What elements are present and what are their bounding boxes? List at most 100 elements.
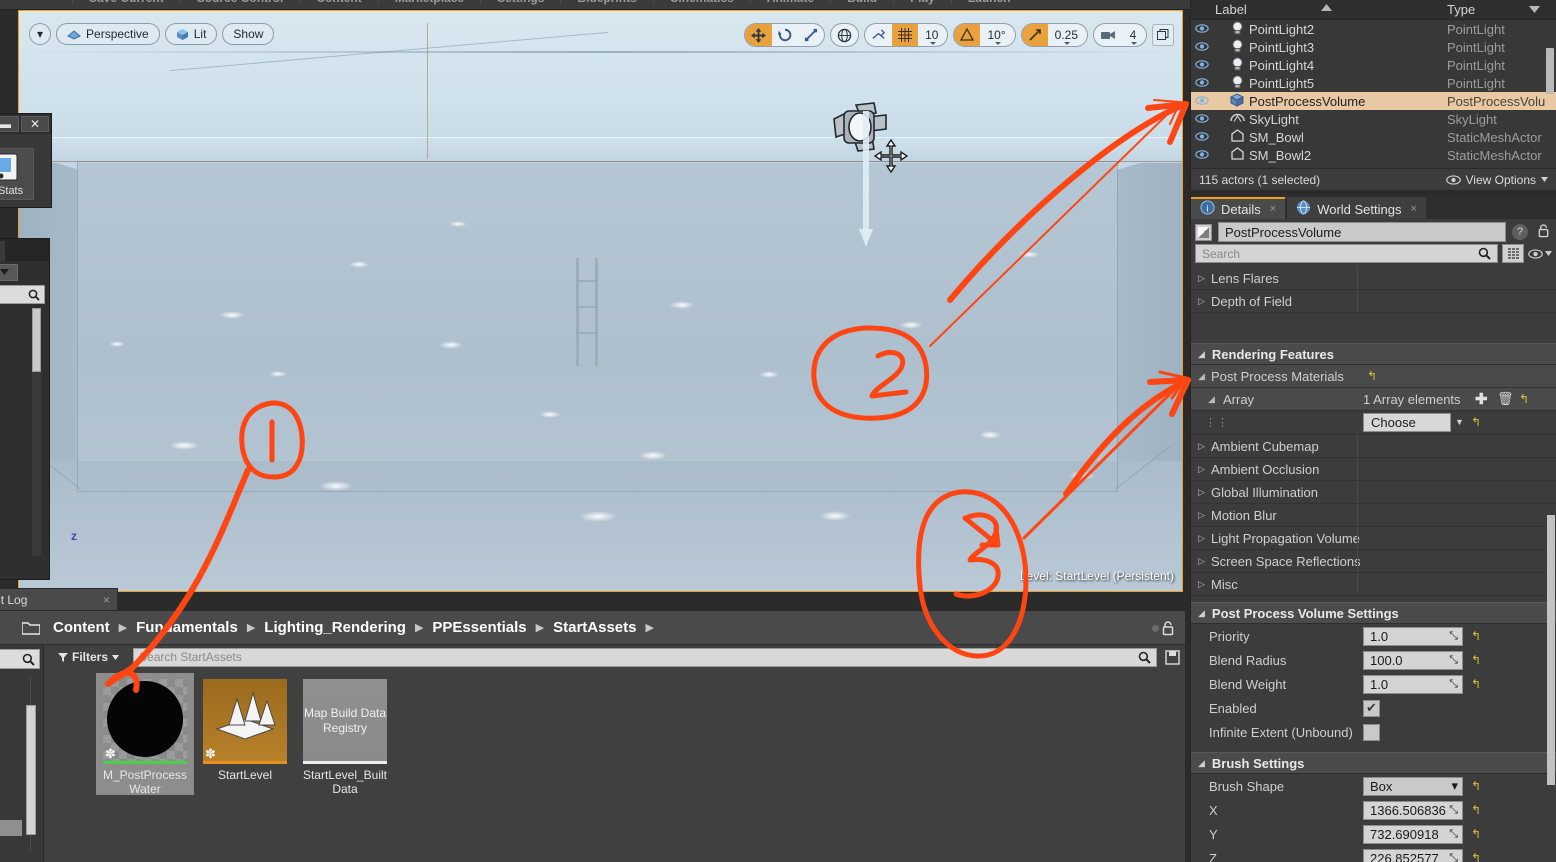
place-actor-item[interactable]: nd_C bbox=[0, 362, 49, 380]
viewport-menu-button[interactable]: ▾ bbox=[29, 23, 52, 45]
array-element-choose-dropdown[interactable]: Choose bbox=[1363, 413, 1451, 432]
view-options-button[interactable]: View Options bbox=[1445, 173, 1548, 187]
outliner-column-label[interactable]: Label bbox=[1215, 2, 1247, 17]
viewport-camera-mode-button[interactable]: Perspective bbox=[56, 23, 160, 45]
reset-icon[interactable]: ↰ bbox=[1471, 779, 1481, 793]
chevron-right-icon[interactable]: ▷ bbox=[1198, 579, 1205, 590]
place-actor-item[interactable]: nd_L bbox=[0, 506, 49, 524]
move-widget-icon[interactable] bbox=[873, 138, 909, 176]
chevron-right-icon[interactable]: ▷ bbox=[1198, 296, 1205, 307]
details-search-input[interactable]: Search bbox=[1195, 244, 1498, 263]
property-row[interactable]: ▷ Screen Space Reflections bbox=[1191, 550, 1556, 573]
angle-snap-group[interactable]: 10° bbox=[953, 23, 1016, 47]
tab-place-actors[interactable]: Pale × bbox=[0, 241, 6, 261]
category-header[interactable]: ◢ Post Process Volume Settings bbox=[1191, 602, 1556, 624]
toolbar-item-marketplace[interactable]: Marketplace bbox=[377, 0, 480, 5]
asset-tile[interactable]: Map Build Data Registry StartLevel_Built … bbox=[296, 673, 394, 796]
property-number-field[interactable]: 226.852577 ⤡ bbox=[1363, 848, 1463, 862]
property-number-field[interactable]: 732.690918 ⤡ bbox=[1363, 824, 1463, 844]
spinner-icon[interactable]: ⤡ bbox=[1449, 852, 1458, 862]
details-panel[interactable]: i Details × World Settings × PostProcessVolu… bbox=[1190, 195, 1556, 862]
eye-icon[interactable] bbox=[1195, 40, 1209, 54]
chevron-down-icon[interactable]: ▼ bbox=[1455, 417, 1464, 427]
scale-mode-button[interactable] bbox=[798, 24, 824, 46]
stats-panel[interactable]: ▬ ✕ e Stats bbox=[0, 113, 52, 208]
reset-icon[interactable]: ↰ bbox=[1519, 392, 1529, 406]
property-row[interactable]: ▷ Lens Flares bbox=[1191, 267, 1556, 290]
property-row[interactable]: ▷ Light Propagation Volume bbox=[1191, 527, 1556, 550]
tab-world-settings[interactable]: World Settings × bbox=[1287, 197, 1426, 219]
eye-icon[interactable] bbox=[1195, 76, 1209, 90]
angle-snap-value[interactable]: 10° bbox=[980, 24, 1014, 46]
toolbar-item-build[interactable]: Build bbox=[830, 0, 893, 5]
chevron-right-icon[interactable]: ▷ bbox=[1198, 464, 1205, 475]
toolbar-item-blueprints[interactable]: Blueprints bbox=[560, 0, 652, 5]
place-actors-panel[interactable]: Pale × gory: ch nosphnospndsnd_Cnd_Cnd_D… bbox=[0, 238, 50, 580]
eye-icon[interactable] bbox=[1195, 58, 1209, 72]
content-browser[interactable]: Content ▶ Fundamentals ▶ Lighting_Rendering ▶… bbox=[0, 610, 1185, 862]
place-actor-item[interactable]: nd_C bbox=[0, 380, 49, 398]
spinner-icon[interactable]: ⤡ bbox=[1449, 678, 1458, 691]
toolbar-item-play[interactable]: Play bbox=[893, 0, 951, 5]
breadcrumb[interactable]: Content ▶ Fundamentals ▶ Lighting_Rendering ▶… bbox=[46, 619, 656, 636]
close-icon[interactable]: × bbox=[1410, 203, 1416, 215]
property-number-field[interactable]: 100.0 ⤡ bbox=[1363, 650, 1463, 670]
viewport-viewmode-button[interactable]: Lit bbox=[164, 23, 218, 45]
grid-snap-value[interactable]: 10 bbox=[918, 24, 947, 46]
place-actor-item[interactable]: nd_D bbox=[0, 416, 49, 434]
toolbar-item-animate[interactable]: Animate bbox=[749, 0, 830, 5]
property-row[interactable]: ▷ Misc bbox=[1191, 573, 1556, 596]
spinner-icon[interactable]: ⤡ bbox=[1449, 804, 1458, 817]
breadcrumb-item-ppessentials[interactable]: PPEssentials bbox=[425, 619, 533, 636]
eye-icon[interactable] bbox=[1195, 94, 1209, 108]
outliner-row[interactable]: SM_Bowl StaticMeshActor bbox=[1191, 128, 1556, 146]
close-icon[interactable]: × bbox=[1270, 203, 1276, 215]
actor-visibility-checkbox[interactable] bbox=[1195, 223, 1212, 241]
content-source-tree[interactable] bbox=[0, 645, 44, 862]
reset-icon[interactable]: ↰ bbox=[1471, 827, 1481, 841]
category-header[interactable]: ◢ Brush Settings bbox=[1191, 752, 1556, 774]
property-combobox[interactable]: Box ▾ bbox=[1363, 776, 1463, 796]
eye-icon[interactable] bbox=[1195, 112, 1209, 126]
minimize-icon[interactable]: ▬ bbox=[0, 116, 19, 132]
property-row[interactable]: ▷ Ambient Occlusion bbox=[1191, 458, 1556, 481]
scale-snap-group[interactable]: 0.25 bbox=[1020, 23, 1088, 47]
surface-snap-icon[interactable] bbox=[865, 24, 892, 46]
outliner-rows[interactable]: PointLight2 PointLight PointLight3 PointLig… bbox=[1191, 20, 1556, 164]
tree-scrollbar-thumb[interactable] bbox=[26, 705, 36, 835]
reset-icon[interactable]: ↰ bbox=[1471, 653, 1481, 667]
outliner-row[interactable]: PointLight2 PointLight bbox=[1191, 20, 1556, 38]
transform-mode-group[interactable] bbox=[744, 23, 826, 47]
property-number-field[interactable]: 1.0 ⤡ bbox=[1363, 674, 1463, 694]
stats-tile[interactable]: e Stats bbox=[0, 148, 34, 200]
delete-array-button[interactable]: 🗑 bbox=[1497, 391, 1514, 407]
maximize-viewport-button[interactable] bbox=[1152, 24, 1174, 46]
chevron-down-icon[interactable]: ◢ bbox=[1208, 394, 1215, 405]
filters-button[interactable]: Filters bbox=[50, 648, 127, 666]
drag-handle-icon[interactable]: ⋮⋮ bbox=[1205, 416, 1229, 429]
property-number-field[interactable]: 1.0 ⤡ bbox=[1363, 626, 1463, 646]
close-icon[interactable]: × bbox=[103, 593, 110, 607]
coordinate-system-group[interactable] bbox=[830, 23, 860, 47]
category-dropdown[interactable] bbox=[0, 263, 18, 281]
place-actor-item[interactable]: nd_L bbox=[0, 524, 49, 542]
post-process-materials-row[interactable]: ◢ Post Process Materials ↰ bbox=[1191, 365, 1556, 388]
chevron-down-icon[interactable]: ▾ bbox=[1451, 778, 1458, 794]
chevron-down-icon[interactable]: ◢ bbox=[1198, 349, 1205, 360]
asset-search-input[interactable]: Search StartAssets bbox=[133, 647, 1157, 667]
place-actor-item[interactable]: nosph bbox=[0, 308, 49, 326]
outliner-row[interactable]: PointLight4 PointLight bbox=[1191, 56, 1556, 74]
help-icon[interactable]: ? bbox=[1512, 224, 1528, 240]
outliner-column-type[interactable]: Type bbox=[1447, 2, 1475, 17]
breadcrumb-item-content[interactable]: Content bbox=[46, 619, 117, 636]
scale-snap-toggle[interactable] bbox=[1021, 24, 1048, 46]
chevron-right-icon[interactable]: ▷ bbox=[1198, 556, 1205, 567]
place-actor-item[interactable]: nds bbox=[0, 344, 49, 362]
outliner-row[interactable]: SkyLight SkyLight bbox=[1191, 110, 1556, 128]
category-header[interactable]: ◢ Rendering Features bbox=[1191, 343, 1556, 365]
chevron-right-icon[interactable]: ▷ bbox=[1198, 487, 1205, 498]
property-row[interactable]: ▷ Global Illumination bbox=[1191, 481, 1556, 504]
details-property-list[interactable]: ▷ Lens Flares ▷ Depth of Field ◢ Rendering Fe… bbox=[1191, 267, 1556, 862]
rotate-mode-button[interactable] bbox=[772, 24, 798, 46]
breadcrumb-item-lighting_rendering[interactable]: Lighting_Rendering bbox=[257, 619, 413, 636]
